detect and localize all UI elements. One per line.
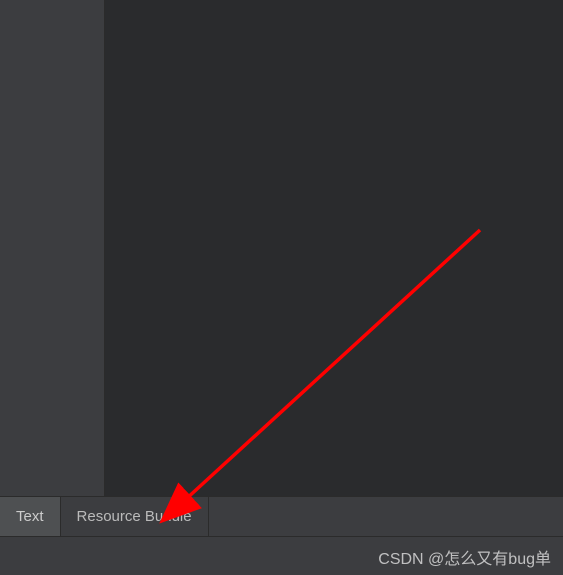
tab-label: Resource Bundle bbox=[77, 508, 192, 525]
tab-text[interactable]: Text bbox=[0, 497, 61, 536]
status-bar: CSDN @怎么又有bug单 bbox=[0, 536, 563, 575]
watermark-text: CSDN @怎么又有bug单 bbox=[378, 545, 551, 569]
tab-resource-bundle[interactable]: Resource Bundle bbox=[61, 497, 209, 536]
editor-area[interactable] bbox=[105, 0, 563, 496]
editor-tab-bar: Text Resource Bundle bbox=[0, 496, 563, 536]
left-panel bbox=[0, 0, 105, 496]
main-area bbox=[0, 0, 563, 496]
tab-label: Text bbox=[16, 508, 44, 525]
